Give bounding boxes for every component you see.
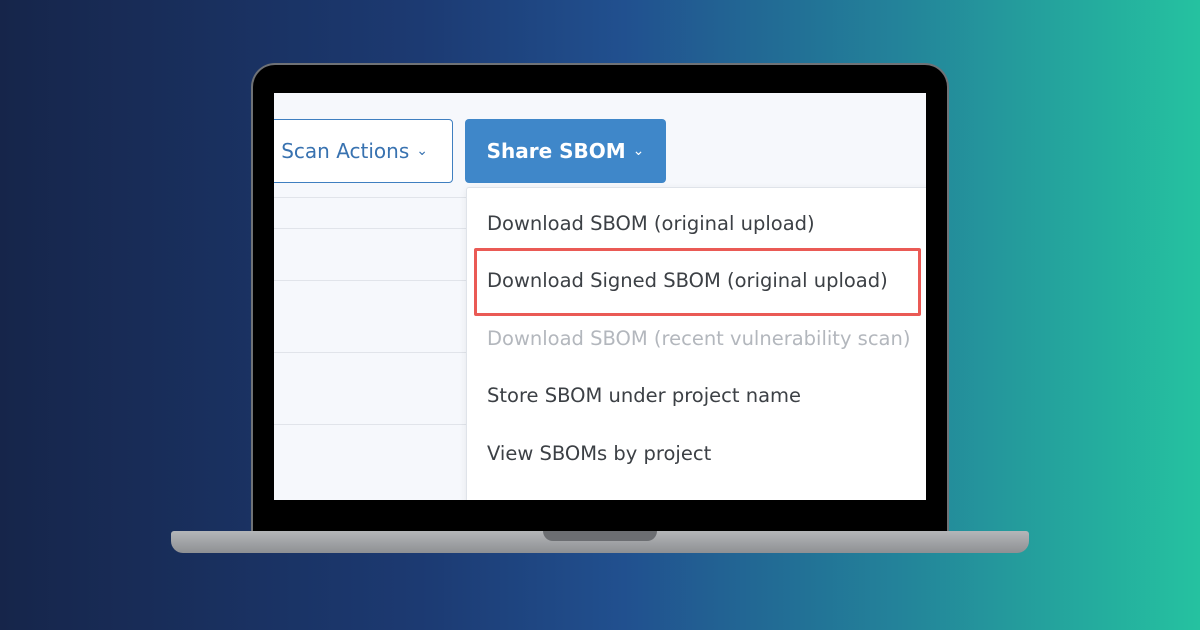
- scan-actions-button[interactable]: Scan Actions ⌄: [274, 119, 453, 183]
- laptop-notch: [543, 531, 657, 541]
- menu-item-store-sbom-project[interactable]: Store SBOM under project name: [487, 376, 801, 416]
- table-row-divider: [274, 352, 466, 353]
- table-row-divider: [274, 424, 466, 425]
- share-sbom-dropdown-menu: Download SBOM (original upload) Download…: [466, 187, 926, 500]
- scan-actions-label: Scan Actions: [281, 139, 410, 163]
- share-sbom-button[interactable]: Share SBOM ⌄: [465, 119, 666, 183]
- table-row-divider: [274, 280, 466, 281]
- laptop-base: [171, 531, 1029, 553]
- menu-item-download-sbom-recent-scan: Download SBOM (recent vulnerability scan…: [487, 327, 911, 350]
- table-row-divider: [274, 228, 466, 229]
- chevron-down-icon: ⌄: [632, 143, 645, 159]
- table-row-divider: [274, 197, 466, 198]
- menu-item-view-sboms-by-project[interactable]: View SBOMs by project: [487, 434, 711, 474]
- highlight-box: [474, 248, 921, 316]
- menu-item-download-sbom-original[interactable]: Download SBOM (original upload): [487, 204, 815, 244]
- share-sbom-label: Share SBOM: [486, 139, 626, 163]
- chevron-down-icon: ⌄: [416, 143, 428, 159]
